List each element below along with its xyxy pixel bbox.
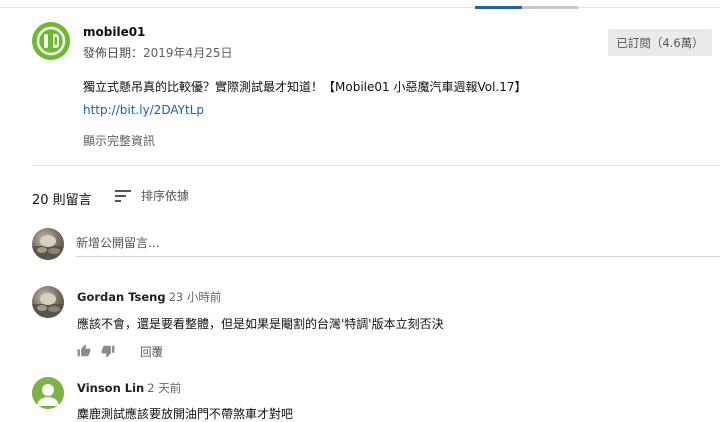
comment-author-name[interactable]: Gordan Tseng — [77, 290, 166, 304]
sort-button[interactable]: 排序依據 — [115, 187, 189, 204]
comment-author[interactable]: Gordan Tseng 23 小時前 — [77, 289, 221, 305]
comment-author[interactable]: Vinson Lin 2 天前 — [77, 380, 181, 396]
subscribed-button[interactable]: 已訂閱（4.6萬） — [608, 29, 712, 56]
comment-time[interactable]: 23 小時前 — [169, 290, 222, 304]
comment-count: 20 則留言 — [32, 193, 92, 208]
thumbs-down-icon — [101, 345, 115, 358]
reply-button[interactable]: 回覆 — [140, 344, 163, 360]
user-photo-icon — [32, 293, 64, 318]
show-more-button[interactable]: 顯示完整資訊 — [83, 132, 155, 149]
sort-label: 排序依據 — [141, 189, 190, 203]
comment-text: 麋鹿測試應該要放開油門不帶煞車才對吧 — [77, 407, 294, 421]
section-divider — [32, 165, 720, 166]
publish-date-value: 2019年4月25日 — [143, 46, 233, 60]
default-user-icon — [32, 377, 64, 409]
sort-lines-icon — [115, 189, 131, 202]
comment-time[interactable]: 2 天前 — [147, 381, 181, 395]
comment-author-name[interactable]: Vinson Lin — [77, 381, 144, 395]
commenter-avatar[interactable] — [32, 286, 64, 318]
thumbs-up-icon — [77, 344, 91, 357]
tab-indicator-active[interactable] — [475, 6, 522, 9]
like-button[interactable] — [77, 344, 91, 358]
description-link[interactable]: http://bit.ly/2DAYtLp — [83, 103, 204, 117]
current-user-avatar — [32, 228, 64, 260]
add-comment-underline — [76, 256, 720, 257]
publish-date: 發佈日期：2019年4月25日 — [83, 44, 232, 61]
tab-indicator-inactive[interactable] — [522, 6, 578, 9]
top-divider — [0, 7, 720, 8]
publish-date-label: 發佈日期： — [83, 46, 144, 60]
commenter-avatar[interactable] — [32, 377, 64, 409]
comment-text: 應該不會，還是要看整體，但是如果是閹割的台灣'特調'版本立刻否決 — [77, 317, 444, 331]
dislike-button[interactable] — [101, 344, 115, 358]
add-comment-input[interactable]: 新增公開留言... — [76, 234, 720, 252]
mobile01-logo-icon — [32, 22, 70, 60]
channel-avatar[interactable] — [32, 22, 70, 60]
channel-name[interactable]: mobile01 — [83, 25, 145, 39]
user-photo-icon — [32, 235, 64, 260]
video-description-title: 獨立式懸吊真的比較優？實際測試最才知道！【Mobile01 小惡魔汽車週報Vol… — [83, 80, 527, 94]
